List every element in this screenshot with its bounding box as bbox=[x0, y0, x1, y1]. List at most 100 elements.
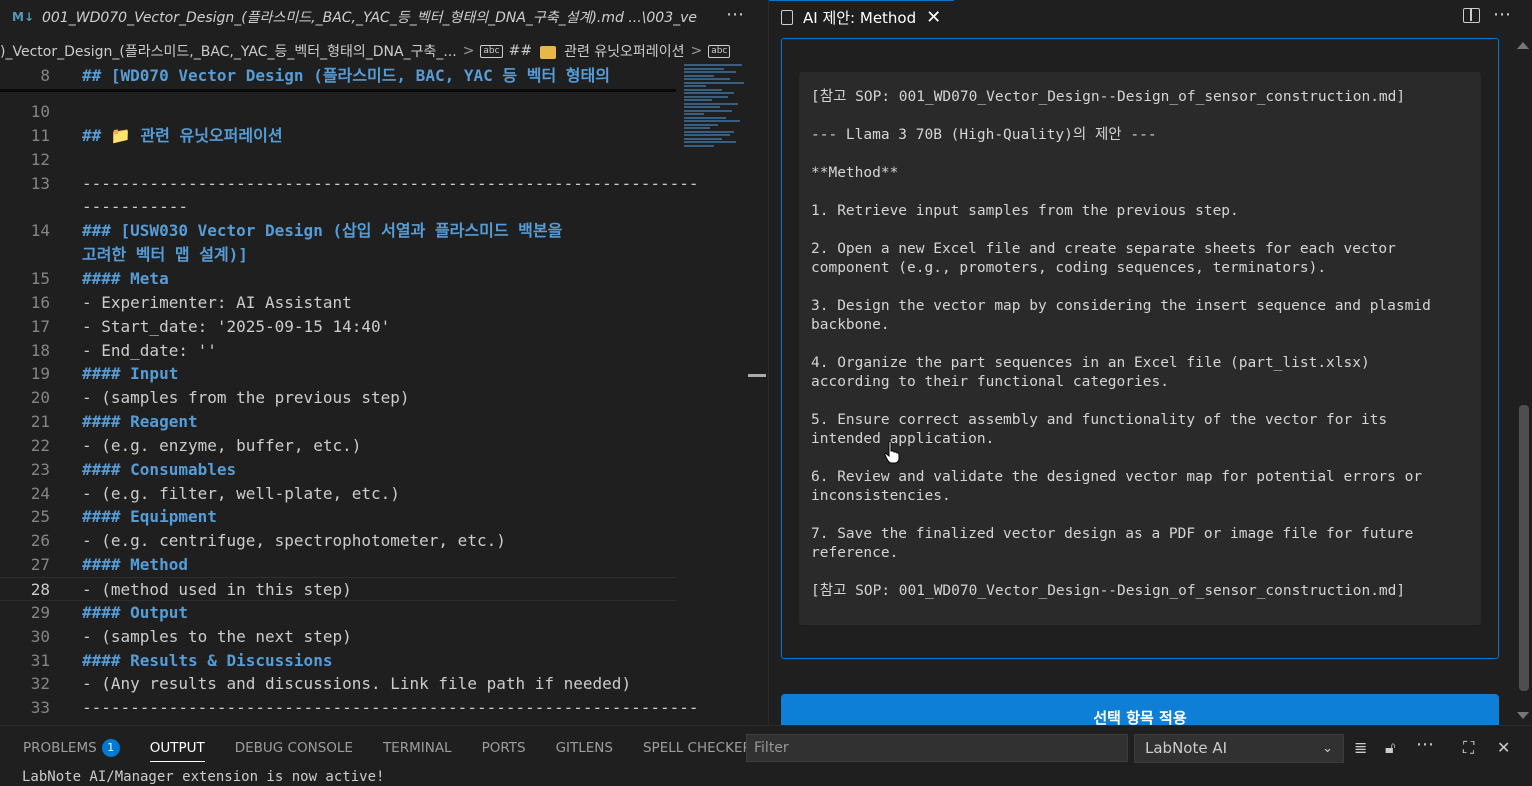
panel-tab-label: TERMINAL bbox=[382, 740, 452, 756]
suggestion-content: [참고 SOP: 001_WD070_Vector_Design--Design… bbox=[799, 72, 1481, 625]
more-actions-icon[interactable]: ⋯ bbox=[726, 4, 745, 25]
string-symbol-icon: abc bbox=[708, 44, 731, 58]
suggestion-line: --- Llama 3 70B (High-Quality)의 제안 --- bbox=[811, 127, 1157, 143]
line-number: 24 bbox=[30, 483, 50, 503]
close-panel-icon[interactable]: ✕ bbox=[1497, 738, 1510, 757]
markdown-file-icon: M↓ bbox=[12, 10, 34, 24]
line-text: 고려한 벡터 맵 설계)] bbox=[82, 245, 248, 265]
suggestion-line bbox=[811, 107, 1431, 126]
line-number: 28 bbox=[30, 580, 50, 599]
code-line: 15 #### Meta bbox=[0, 267, 676, 291]
minimap[interactable] bbox=[684, 64, 746, 147]
hand-pointer-icon bbox=[884, 440, 900, 464]
minimap-line bbox=[684, 64, 742, 66]
chevron-right-icon: > bbox=[462, 43, 475, 59]
breadcrumb-section-label[interactable]: 관련 유닛오퍼레이션 bbox=[564, 41, 684, 61]
more-actions-icon[interactable]: ⋯ bbox=[1493, 4, 1512, 25]
output-filter-input[interactable] bbox=[746, 734, 1128, 762]
line-text: - (e.g. centrifuge, spectrophotometer, e… bbox=[82, 531, 506, 551]
markdown-editor[interactable]: M↓ 001_WD070_Vector_Design_(플라스미드,_BAC,_… bbox=[0, 0, 768, 725]
line-text: - (samples to the next step) bbox=[82, 626, 352, 646]
line-number: 25 bbox=[30, 507, 50, 527]
chevron-right-icon: > bbox=[690, 43, 703, 59]
panel-tab-label: PROBLEMS bbox=[23, 740, 97, 756]
preview-document-icon bbox=[781, 10, 793, 25]
panel-tab-ports[interactable]: PORTS bbox=[482, 726, 526, 770]
lock-icon[interactable]: 🔓︎ bbox=[1385, 738, 1395, 758]
line-text: - (Any results and discussions. Link fil… bbox=[82, 674, 632, 694]
line-number: 32 bbox=[30, 674, 50, 694]
panel-tab-output[interactable]: OUTPUT bbox=[149, 726, 205, 770]
line-text: #### Method bbox=[82, 555, 188, 575]
line-text: ## 📁 관련 유닛오퍼레이션 bbox=[82, 125, 283, 145]
minimap-line bbox=[684, 67, 724, 70]
minimap-line bbox=[684, 85, 706, 87]
minimap-line bbox=[684, 141, 736, 143]
scrollbar-position-marker[interactable] bbox=[748, 374, 766, 377]
line-text: #### Reagent bbox=[82, 412, 198, 432]
line-text: - (samples from the previous step) bbox=[82, 388, 410, 408]
apply-selection-button[interactable]: 선택 항목 적용 bbox=[781, 694, 1499, 725]
code-line: 10 bbox=[0, 100, 676, 124]
ai-suggestion-panel: AI 제안: Method ✕ ⋯ [참고 SOP: 001_WD070_Vec… bbox=[769, 0, 1532, 725]
ai-suggestion-tab-title[interactable]: AI 제안: Method bbox=[803, 7, 916, 28]
code-line: ----------- bbox=[0, 195, 676, 219]
close-icon[interactable]: ✕ bbox=[926, 7, 941, 28]
code-line: 25 #### Equipment bbox=[0, 505, 676, 529]
editor-tab[interactable]: M↓ 001_WD070_Vector_Design_(플라스미드,_BAC,_… bbox=[0, 0, 768, 34]
code-line: 33 --------------------------------------… bbox=[0, 696, 699, 720]
code-area[interactable]: 8 ## [WD070 Vector Design (플라스미드, BAC, YA… bbox=[0, 64, 699, 725]
code-line: 24 - (e.g. filter, well-plate, etc.) bbox=[0, 482, 676, 506]
panel-tab-problems[interactable]: PROBLEMS 1 bbox=[23, 726, 120, 770]
panel-tab-gitlens[interactable]: GITLENS bbox=[556, 726, 613, 770]
panel-tab-terminal[interactable]: TERMINAL bbox=[383, 726, 452, 770]
line-number: 22 bbox=[30, 435, 50, 455]
output-line: LabNote AI/Manager extension is now acti… bbox=[22, 769, 385, 785]
panel-tab-label: GITLENS bbox=[555, 740, 613, 756]
line-number: 17 bbox=[30, 316, 50, 336]
line-text: - End_date: '' bbox=[82, 340, 217, 360]
word-wrap-icon[interactable]: ≣ bbox=[1354, 738, 1367, 757]
scroll-down-arrow-icon[interactable] bbox=[1517, 712, 1529, 719]
suggestion-line: 7. Save the finalized vector design as a… bbox=[811, 526, 1414, 542]
sticky-scroll-line: 8 ## [WD070 Vector Design (플라스미드, BAC, YA… bbox=[0, 64, 676, 88]
line-text: - Start_date: '2025-09-15 14:40' bbox=[82, 316, 391, 336]
suggestion-line: intended application. bbox=[811, 431, 995, 447]
panel-tab-debug-console[interactable]: DEBUG CONSOLE bbox=[235, 726, 353, 770]
minimap-line bbox=[684, 74, 714, 77]
minimap-line bbox=[684, 78, 730, 80]
minimap-line bbox=[684, 116, 726, 119]
split-editor-icon[interactable] bbox=[1463, 8, 1480, 23]
minimap-line bbox=[684, 99, 712, 101]
suggestion-line bbox=[811, 506, 1431, 525]
minimap-line bbox=[684, 88, 722, 91]
suggestion-line: component (e.g., promoters, coding seque… bbox=[811, 260, 1327, 276]
suggestion-card[interactable]: [참고 SOP: 001_WD070_Vector_Design--Design… bbox=[781, 38, 1499, 659]
output-channel-select[interactable]: LabNote AI ⌄ bbox=[1134, 734, 1344, 763]
panel-tabs: PROBLEMS 1 OUTPUT DEBUG CONSOLE TERMINAL PORT… bbox=[0, 726, 782, 770]
suggestion-text: [참고 SOP: 001_WD070_Vector_Design--Design… bbox=[811, 88, 1431, 601]
code-line: 32 - (Any results and discussions. Link f… bbox=[0, 672, 676, 696]
suggestion-line: 3. Design the vector map by considering … bbox=[811, 298, 1431, 314]
suggestion-line bbox=[811, 563, 1431, 582]
minimap-line bbox=[684, 113, 704, 115]
breadcrumb[interactable]: )_Vector_Design_(플라스미드,_BAC,_YAC_등_벡터_형태… bbox=[0, 38, 768, 64]
line-number: 21 bbox=[30, 412, 50, 432]
scroll-up-arrow-icon[interactable] bbox=[1517, 42, 1529, 49]
breadcrumb-file[interactable]: )_Vector_Design_(플라스미드,_BAC,_YAC_등_벡터_형태… bbox=[0, 41, 457, 61]
scrollbar-thumb[interactable] bbox=[1519, 405, 1529, 691]
editor-tab-title[interactable]: 001_WD070_Vector_Design_(플라스미드,_BAC,_YAC… bbox=[42, 7, 722, 27]
code-line: 13 --------------------------------------… bbox=[0, 172, 699, 196]
line-number: 33 bbox=[30, 698, 50, 718]
line-text: ----------------------------------------… bbox=[82, 698, 699, 718]
suggestion-line bbox=[811, 183, 1431, 202]
maximize-panel-icon[interactable]: ⛶ bbox=[1463, 738, 1474, 758]
line-text: ## [WD070 Vector Design (플라스미드, BAC, YAC… bbox=[82, 66, 610, 85]
code-line: 22 - (e.g. enzyme, buffer, etc.) bbox=[0, 434, 676, 458]
suggestion-line: [참고 SOP: 001_WD070_Vector_Design--Design… bbox=[811, 583, 1406, 599]
breadcrumb-section-prefix[interactable]: ## bbox=[509, 43, 532, 59]
ai-suggestion-tab[interactable]: AI 제안: Method ✕ bbox=[769, 0, 954, 34]
code-line: 12 bbox=[0, 148, 676, 172]
line-number: 16 bbox=[30, 292, 50, 312]
more-actions-icon[interactable]: ⋯ bbox=[1416, 734, 1434, 755]
